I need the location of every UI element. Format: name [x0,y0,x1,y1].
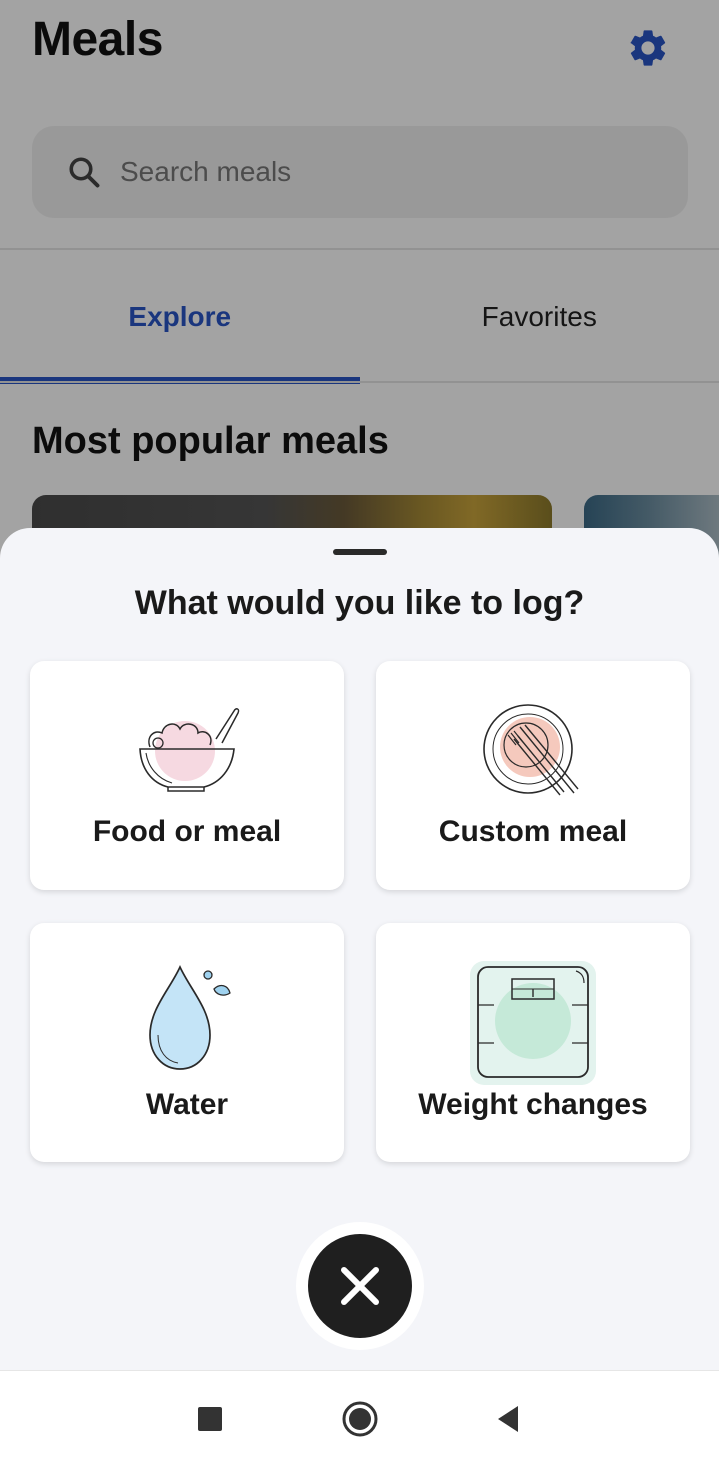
water-label: Water [145,1088,229,1121]
circle-icon [342,1401,378,1437]
back-button[interactable] [488,1399,528,1439]
log-bottom-sheet: What would you like to log? Food or meal [0,528,719,1370]
custom-meal-label: Custom meal [438,815,628,848]
custom-meal-option[interactable]: Custom meal [376,661,690,890]
triangle-icon [498,1406,518,1432]
food-or-meal-label: Food or meal [92,815,282,848]
sheet-title: What would you like to log? [134,584,585,622]
drag-handle[interactable] [333,549,387,555]
weight-changes-label: Weight changes [418,1088,648,1121]
home-button[interactable] [340,1399,380,1439]
weight-changes-option[interactable]: Weight changes [376,923,690,1162]
bowl-icon [30,699,344,809]
scale-icon [376,959,690,1089]
recents-button[interactable] [190,1399,230,1439]
water-drop-icon [30,959,344,1089]
system-nav-bar [0,1370,719,1462]
close-button[interactable] [308,1234,412,1338]
water-option[interactable]: Water [30,923,344,1162]
plate-icon [376,699,690,809]
square-icon [198,1407,222,1431]
food-or-meal-option[interactable]: Food or meal [30,661,344,890]
close-button-ring [296,1222,424,1350]
close-icon [341,1267,379,1305]
